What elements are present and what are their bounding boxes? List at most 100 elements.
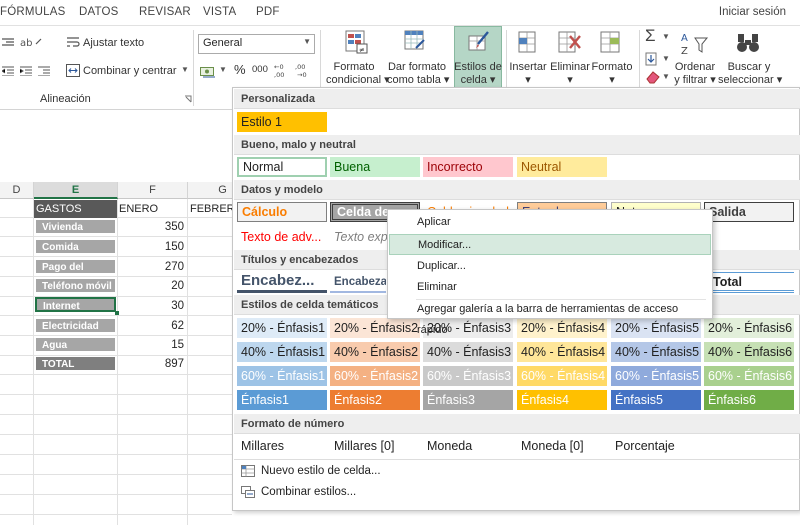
style-swatch-normal[interactable]: Normal <box>237 157 327 177</box>
menu-item-duplicar[interactable]: Duplicar... <box>389 256 711 277</box>
style-swatch-estilo1[interactable]: Estilo 1 <box>237 112 327 132</box>
tab-datos[interactable]: DATOS <box>79 6 119 18</box>
style-swatch-40-enfasis3[interactable]: 40% - Énfasis3 <box>423 342 513 362</box>
dialog-launcher-icon[interactable] <box>184 95 192 103</box>
style-swatch-porcentaje[interactable]: Porcentaje <box>615 439 675 453</box>
header-cell-gastos[interactable]: GASTOS <box>34 200 117 218</box>
enero-value-cell[interactable]: 15 <box>117 336 186 354</box>
style-swatch-enfasis3[interactable]: Énfasis3 <box>423 390 513 410</box>
column-header[interactable]: F <box>118 182 188 199</box>
style-swatch-40-enfasis6[interactable]: 40% - Énfasis6 <box>704 342 794 362</box>
style-swatch-enfasis4[interactable]: Énfasis4 <box>517 390 607 410</box>
style-swatch-60-enfasis3[interactable]: 60% - Énfasis3 <box>423 366 513 386</box>
style-swatch-20-enfasis2[interactable]: 20% - Énfasis2 <box>330 318 420 338</box>
expense-name-cell[interactable]: Electricidad <box>35 318 116 333</box>
header-cell-febrero[interactable]: FEBRERO <box>190 200 232 218</box>
style-swatch-20-enfasis5[interactable]: 20% - Énfasis5 <box>611 318 701 338</box>
style-swatch-40-enfasis1[interactable]: 40% - Énfasis1 <box>237 342 327 362</box>
expense-name-cell[interactable]: Pago del coche <box>35 259 116 274</box>
style-swatch-40-enfasis5[interactable]: 40% - Énfasis5 <box>611 342 701 362</box>
style-swatch-texto-advertencia[interactable]: Texto de adv... <box>237 227 327 247</box>
tab-pdf[interactable]: PDF <box>256 6 280 18</box>
style-swatch-salida[interactable]: Salida <box>704 202 794 222</box>
delete-button[interactable]: Eliminar ▾ <box>549 61 591 87</box>
header-cell-enero[interactable]: ENERO <box>118 200 187 218</box>
selected-cell[interactable]: Internet <box>35 297 116 312</box>
delete-cells-icon[interactable] <box>556 30 582 56</box>
wrap-text-button[interactable]: Ajustar texto <box>83 37 144 49</box>
tab-revisar[interactable]: REVISAR <box>139 6 191 18</box>
cell-styles-button[interactable]: Estilos de celda ▾ <box>454 26 502 90</box>
percent-style-button[interactable]: % <box>234 62 246 77</box>
indent-increase-icon[interactable] <box>20 66 34 76</box>
style-swatch-40-enfasis4[interactable]: 40% - Énfasis4 <box>517 342 607 362</box>
menu-item-aplicar[interactable]: Aplicar <box>389 212 711 233</box>
style-swatch-millares0[interactable]: Millares [0] <box>334 439 394 453</box>
expense-name-cell[interactable]: Vivienda <box>35 219 116 234</box>
number-format-select[interactable]: General ▼ <box>198 34 315 54</box>
style-swatch-encabezado1[interactable]: Encabez... <box>237 271 327 293</box>
tab-formulas[interactable]: FÓRMULAS <box>0 6 66 18</box>
format-cells-icon[interactable] <box>600 30 624 56</box>
chevron-down-icon[interactable]: ▼ <box>219 65 227 74</box>
style-swatch-calculo[interactable]: Cálculo <box>237 202 327 222</box>
style-swatch-total[interactable]: Total <box>709 272 794 293</box>
column-header[interactable]: D <box>0 182 34 199</box>
indent-right-icon[interactable] <box>38 66 52 76</box>
increase-decimal-icon[interactable]: ←0,00 <box>274 61 292 79</box>
menu-item-eliminar[interactable]: Eliminar <box>389 277 711 298</box>
sign-in-link[interactable]: Iniciar sesión <box>719 6 786 18</box>
sort-filter-button[interactable]: Ordenar y filtrar ▾ <box>670 61 720 87</box>
style-swatch-moneda0[interactable]: Moneda [0] <box>521 439 584 453</box>
chevron-down-icon[interactable]: ▼ <box>662 72 670 81</box>
enero-value-cell[interactable]: 30 <box>117 297 186 315</box>
enero-value-cell[interactable]: 62 <box>117 317 186 335</box>
expense-name-cell[interactable]: Agua <box>35 337 116 352</box>
style-swatch-20-enfasis6[interactable]: 20% - Énfasis6 <box>704 318 794 338</box>
orientation-icon[interactable]: ab <box>20 36 44 48</box>
expense-name-cell[interactable]: Teléfono móvil <box>35 278 116 293</box>
format-button[interactable]: Formato ▾ <box>590 61 634 87</box>
style-swatch-60-enfasis4[interactable]: 60% - Énfasis4 <box>517 366 607 386</box>
merge-center-button[interactable]: Combinar y centrar <box>83 65 177 77</box>
menu-item-agregar-galeria[interactable]: Agregar galería a la barra de herramient… <box>389 299 711 336</box>
wrap-text-icon[interactable] <box>66 36 80 50</box>
style-swatch-encabezado2[interactable]: Encabezad <box>330 272 386 293</box>
style-swatch-60-enfasis1[interactable]: 60% - Énfasis1 <box>237 366 327 386</box>
insert-button[interactable]: Insertar ▾ <box>508 61 548 87</box>
find-select-button[interactable]: Buscar y seleccionar ▾ <box>718 61 782 87</box>
style-swatch-neutral[interactable]: Neutral <box>517 157 607 177</box>
fill-down-icon[interactable] <box>645 52 661 66</box>
style-swatch-60-enfasis5[interactable]: 60% - Énfasis5 <box>611 366 701 386</box>
style-swatch-moneda[interactable]: Moneda <box>427 439 472 453</box>
style-swatch-enfasis2[interactable]: Énfasis2 <box>330 390 420 410</box>
style-swatch-60-enfasis6[interactable]: 60% - Énfasis6 <box>704 366 794 386</box>
indent-decrease-icon[interactable] <box>2 66 14 76</box>
style-swatch-millares[interactable]: Millares <box>241 439 284 453</box>
merge-styles-item[interactable]: Combinar estilos... <box>239 482 356 502</box>
merge-center-icon[interactable] <box>66 64 80 78</box>
enero-value-cell[interactable]: 150 <box>117 238 186 256</box>
column-header-active[interactable]: E <box>34 182 118 199</box>
chevron-down-icon[interactable]: ▼ <box>662 32 670 41</box>
style-swatch-40-enfasis2[interactable]: 40% - Énfasis2 <box>330 342 420 362</box>
expense-name-cell[interactable]: Comida <box>35 239 116 254</box>
enero-value-cell[interactable]: 270 <box>117 258 186 276</box>
autosum-icon[interactable]: Σ <box>645 26 656 46</box>
thousands-separator-button[interactable]: 000 <box>252 64 268 75</box>
sort-az-icon[interactable]: AZ <box>681 30 709 58</box>
menu-item-modificar[interactable]: Modificar... <box>389 234 711 255</box>
binoculars-icon[interactable] <box>736 32 762 54</box>
total-label-cell[interactable]: TOTAL <box>35 356 116 371</box>
chevron-down-icon[interactable]: ▼ <box>662 54 670 63</box>
clear-eraser-icon[interactable] <box>645 70 661 84</box>
conditional-format-icon[interactable]: ≠ <box>345 30 369 56</box>
enero-value-cell[interactable]: 350 <box>117 218 186 236</box>
style-swatch-60-enfasis2[interactable]: 60% - Énfasis2 <box>330 366 420 386</box>
style-swatch-20-enfasis4[interactable]: 20% - Énfasis4 <box>517 318 607 338</box>
currency-format-icon[interactable] <box>200 65 218 79</box>
align-right-icon[interactable] <box>2 38 14 48</box>
new-cell-style-item[interactable]: Nuevo estilo de celda... <box>239 461 381 481</box>
style-swatch-20-enfasis1[interactable]: 20% - Énfasis1 <box>237 318 327 338</box>
format-as-table-button[interactable]: Dar formato como tabla ▾ <box>387 61 449 87</box>
